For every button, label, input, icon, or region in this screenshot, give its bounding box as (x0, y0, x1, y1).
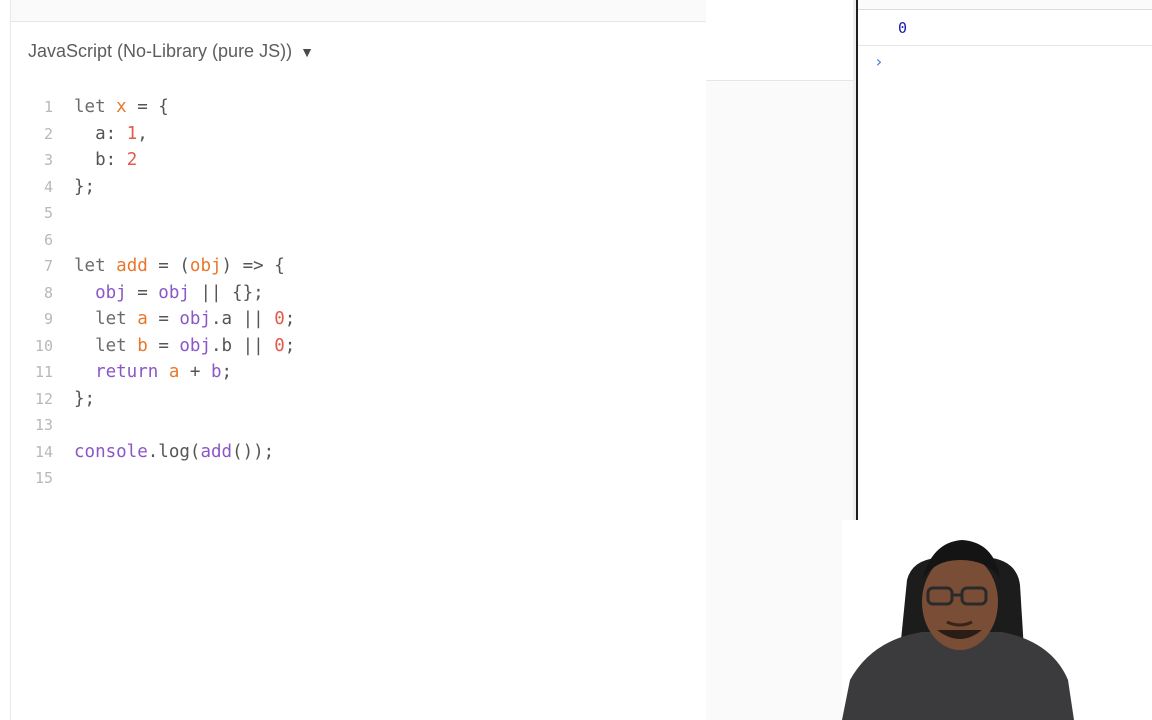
code-line[interactable]: 2 a: 1, (11, 121, 707, 148)
editor-top-strip (11, 0, 707, 22)
code-token: ) => { (221, 256, 285, 276)
line-number: 2 (43, 124, 53, 143)
code-text: a: 1, (74, 121, 148, 148)
code-text: }; (74, 174, 95, 201)
code-line[interactable]: 15 (11, 465, 707, 492)
line-number: 9 (43, 310, 53, 328)
code-text: return a + b; (74, 359, 232, 386)
code-token: 2 (126, 150, 138, 170)
code-token: obj (179, 335, 211, 356)
line-number: 8 (43, 283, 53, 302)
code-line[interactable]: 3 b: 2 (11, 147, 707, 174)
code-token: = (147, 309, 180, 329)
line-number: 5 (43, 204, 53, 222)
code-line[interactable]: 13 (11, 412, 707, 439)
code-token: 0 (274, 309, 285, 329)
console-prompt-icon[interactable]: › (874, 52, 884, 71)
code-text: }; (74, 386, 95, 413)
code-token: let (74, 97, 117, 117)
line-number: 15 (34, 469, 53, 487)
console-output-value: 0 (898, 19, 908, 37)
code-text: obj = obj || {}; (74, 280, 264, 307)
code-token: add (116, 256, 148, 276)
code-token: obj (179, 309, 211, 329)
code-text: let a = obj.a || 0; (74, 306, 295, 333)
code-text: b: 2 (74, 147, 137, 174)
code-token: console (74, 441, 148, 462)
code-token: let (95, 309, 138, 329)
code-line[interactable]: 9 let a = obj.a || 0; (11, 306, 707, 333)
code-token: , (137, 123, 148, 144)
code-token: = { (126, 97, 169, 117)
code-token: ; (221, 362, 233, 382)
code-text: console.log(add()); (74, 439, 274, 466)
panel-gap (706, 0, 856, 720)
code-token: .a || (211, 309, 275, 329)
code-line[interactable]: 10 let b = obj.b || 0; (11, 333, 707, 360)
code-token: b (211, 362, 222, 382)
code-token: let (74, 256, 117, 276)
line-number: 7 (43, 257, 53, 275)
code-token: return (95, 362, 169, 382)
code-token: .log( (147, 441, 201, 462)
line-number: 12 (34, 389, 53, 408)
code-line[interactable]: 8 obj = obj || {}; (11, 280, 707, 307)
code-line[interactable]: 4}; (11, 174, 707, 201)
code-token: a: (74, 123, 127, 144)
line-number: 10 (34, 336, 53, 355)
code-token: 1 (126, 123, 138, 144)
line-number: 14 (34, 442, 53, 461)
code-token: let (95, 335, 138, 356)
line-number: 11 (34, 363, 53, 381)
code-token: x (116, 97, 127, 117)
code-token: }; (74, 388, 96, 409)
code-token: ; (284, 309, 296, 329)
code-token: ; (284, 335, 296, 356)
code-token: = (126, 282, 159, 303)
code-token: = (147, 335, 180, 356)
code-line[interactable]: 6 (11, 227, 707, 254)
code-token: obj (189, 256, 222, 276)
console-output-row: 0 (858, 9, 1152, 46)
code-text: let x = { (74, 94, 169, 121)
code-text: let add = (obj) => { (74, 253, 285, 280)
code-token: || {}; (189, 282, 264, 303)
code-editor-pane: JavaScript (No-Library (pure JS)) ▼ 1 let … (10, 0, 708, 720)
code-line[interactable]: 12}; (11, 386, 707, 413)
code-line[interactable]: 11 return a + b; (11, 359, 707, 386)
code-line[interactable]: 7 let add = (obj) => { (11, 253, 707, 280)
language-selector[interactable]: JavaScript (No-Library (pure JS)) ▼ (28, 41, 314, 65)
code-token: obj (158, 282, 190, 303)
code-line[interactable]: 14 console.log(add()); (11, 439, 707, 466)
line-number: 4 (43, 177, 53, 196)
code-token: ()); (232, 441, 275, 462)
chevron-down-icon[interactable]: ▼ (300, 44, 314, 60)
code-token: 0 (274, 335, 285, 356)
code-line[interactable]: 1 let x = { (11, 94, 707, 121)
language-selector-label: JavaScript (No-Library (pure JS)) (28, 41, 293, 61)
panel-gap-header (706, 0, 856, 81)
code-area[interactable]: 1 let x = {2 a: 1, 3 b: 2 4}; 5 6 7 let add = (… (11, 94, 707, 492)
line-number: 1 (43, 98, 53, 116)
code-token: a (168, 362, 180, 382)
code-token: a (137, 309, 148, 329)
presenter-webcam (842, 520, 1074, 720)
line-number: 6 (43, 230, 53, 249)
line-number: 3 (43, 151, 53, 169)
code-token: obj (95, 282, 127, 303)
code-token: add (200, 441, 233, 462)
code-token: = ( (147, 256, 190, 276)
code-token: b (137, 335, 148, 356)
code-token: }; (74, 176, 96, 197)
code-token: b: (74, 150, 127, 170)
code-token: .b || (211, 335, 275, 356)
code-text: let b = obj.b || 0; (74, 333, 295, 360)
code-line[interactable]: 5 (11, 200, 707, 227)
line-number: 13 (34, 416, 53, 434)
code-token: + (179, 362, 211, 382)
